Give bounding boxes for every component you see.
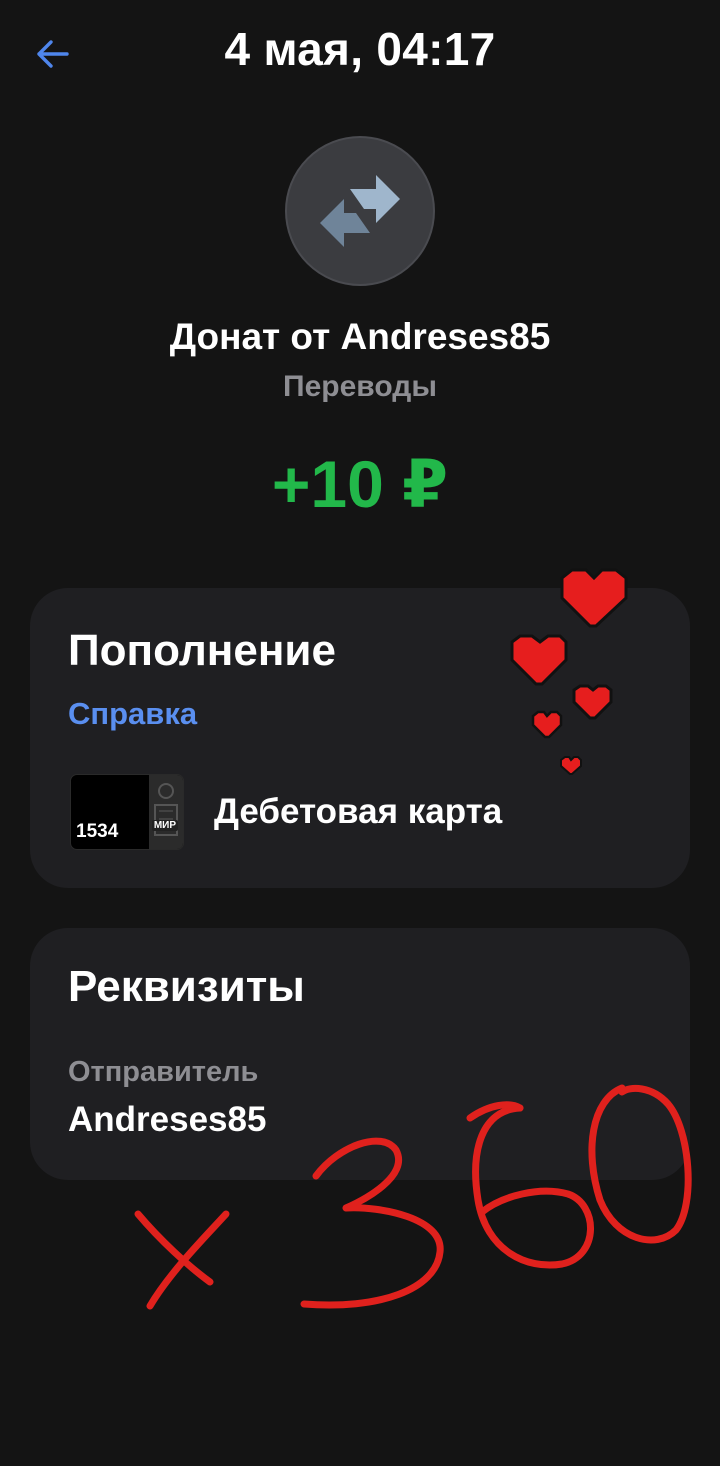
transaction-category: Переводы [283, 370, 437, 403]
card-art-icon [149, 775, 183, 849]
topup-card: Пополнение Справка 1534 МИР Дебетовая ка… [30, 588, 690, 888]
bank-card-thumbnail[interactable]: 1534 МИР [70, 774, 184, 850]
transaction-amount: +10 ₽ [271, 447, 449, 521]
transfer-arrows-icon [320, 175, 400, 247]
details-title: Реквизиты [68, 962, 305, 1011]
card-system-logo: МИР [151, 820, 178, 831]
topup-title: Пополнение [68, 626, 336, 675]
card-name[interactable]: Дебетовая карта [214, 792, 502, 832]
help-link[interactable]: Справка [68, 696, 197, 732]
transaction-name: Донат от Andreses85 [169, 316, 551, 357]
sender-label: Отправитель [68, 1056, 259, 1088]
page-title: 4 мая, 04:17 [224, 23, 496, 75]
handwriting-text: x 360 [520, 1296, 521, 1297]
sender-value: Andreses85 [68, 1100, 267, 1139]
card-last-digits: 1534 [76, 821, 119, 842]
details-card: Реквизиты Отправитель Andreses85 [30, 928, 690, 1180]
transaction-avatar [285, 136, 435, 286]
header: 4 мая, 04:17 [0, 0, 720, 108]
